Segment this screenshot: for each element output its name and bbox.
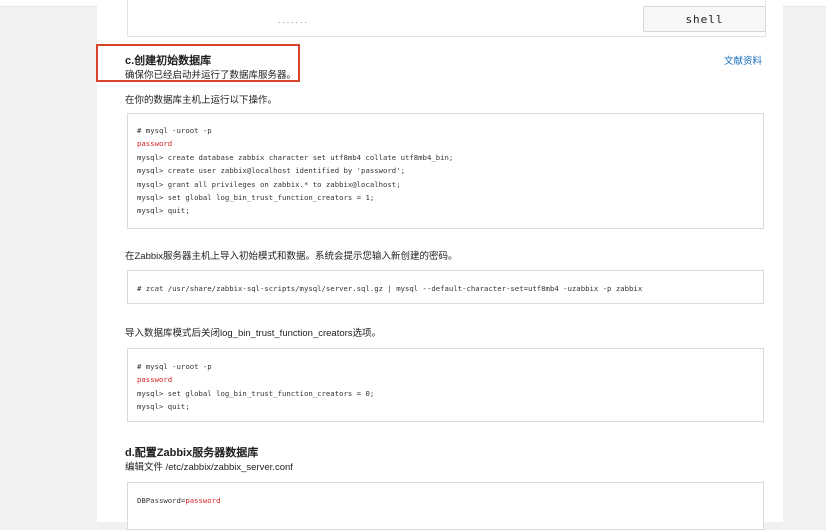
code-content: DBPassword=password	[137, 494, 220, 507]
import-instruction: 在Zabbix服务器主机上导入初始模式和数据。系统会提示您输入新创建的密码。	[125, 251, 458, 262]
section-c-intro: 在你的数据库主机上运行以下操作。	[125, 95, 278, 106]
section-d-subtitle: 编辑文件 /etc/zabbix/zabbix_server.conf	[125, 462, 293, 473]
code-password-line: password	[137, 139, 173, 149]
disable-instruction: 导入数据库模式后关闭log_bin_trust_function_creator…	[125, 328, 382, 339]
code-line: # mysql -uroot -p	[137, 362, 212, 371]
code-block-disable-option[interactable]: # mysql -uroot -p password mysql> set gl…	[127, 348, 764, 422]
code-password-line: password	[137, 375, 173, 385]
section-d-title: d.配置Zabbix服务器数据库	[125, 447, 259, 459]
code-content: # zcat /usr/share/zabbix-sql-scripts/mys…	[137, 284, 643, 293]
section-c-subtitle: 确保你已经启动并运行了数据库服务器。	[125, 70, 297, 81]
code-block-create-db[interactable]: # mysql -uroot -p password mysql> create…	[127, 113, 764, 229]
code-line: mysql> grant all privileges on zabbix.* …	[137, 179, 401, 189]
code-block-import[interactable]: # zcat /usr/share/zabbix-sql-scripts/mys…	[127, 270, 764, 304]
code-line: mysql> quit;	[137, 206, 190, 216]
section-c-title: c.创建初始数据库	[125, 55, 212, 67]
code-fragment: . . . . . . .	[278, 16, 307, 25]
code-line: mysql> create database zabbix character …	[137, 152, 454, 162]
code-language-tag[interactable]: shell	[643, 6, 766, 32]
code-content: # mysql -uroot -p password mysql> set gl…	[137, 360, 374, 414]
code-line: mysql> set global log_bin_trust_function…	[137, 388, 375, 398]
code-line: mysql> quit;	[137, 402, 190, 412]
code-content: # mysql -uroot -p password mysql> create…	[137, 124, 453, 218]
config-key: DBPassword=	[137, 496, 186, 505]
code-line: mysql> set global log_bin_trust_function…	[137, 193, 375, 203]
code-block-db-password[interactable]: DBPassword=password	[127, 482, 764, 530]
config-password-value: password	[185, 496, 221, 505]
code-line: # mysql -uroot -p	[137, 126, 212, 135]
code-line: mysql> create user zabbix@localhost iden…	[137, 166, 405, 176]
docs-link[interactable]: 文献资料	[724, 53, 762, 67]
